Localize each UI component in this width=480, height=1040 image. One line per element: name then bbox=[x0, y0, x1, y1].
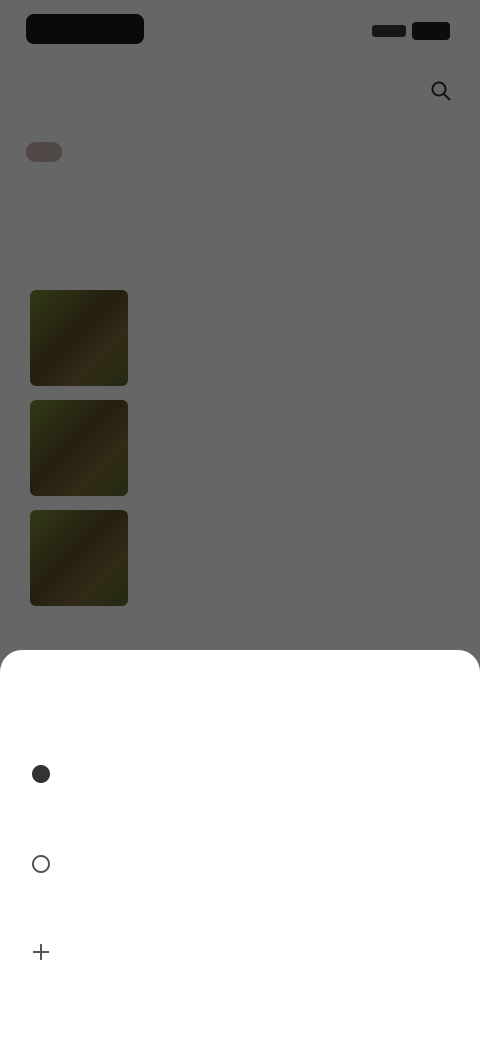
sheet-option-2[interactable] bbox=[26, 836, 454, 892]
sheet-option-3[interactable] bbox=[26, 924, 454, 980]
sheet-option-1[interactable] bbox=[26, 746, 454, 802]
app-screen bbox=[0, 0, 480, 1040]
circle-icon bbox=[26, 759, 56, 789]
circle-outline-icon bbox=[26, 849, 56, 879]
bottom-sheet bbox=[0, 650, 480, 1040]
plus-icon bbox=[26, 937, 56, 967]
